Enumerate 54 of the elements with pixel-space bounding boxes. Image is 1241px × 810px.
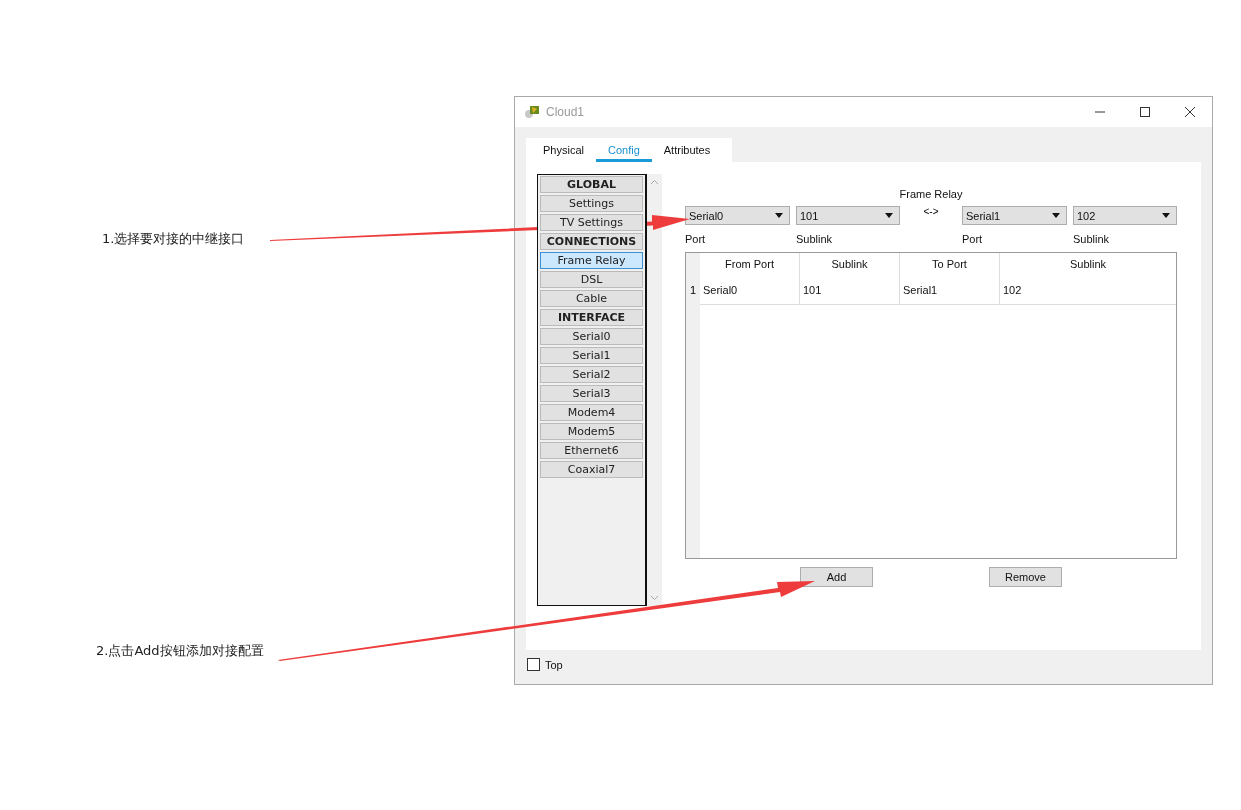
sidebar-item: INTERFACE [540,309,643,326]
sidebar-item[interactable]: TV Settings [540,214,643,231]
caret-icon [885,213,893,218]
sidebar-item[interactable]: Frame Relay [540,252,643,269]
dropdown[interactable]: Serial0 [685,206,790,225]
table-cell-text: 102 [1002,282,1023,298]
maximize-icon[interactable] [1139,106,1151,118]
sidebar-item: CONNECTIONS [540,233,643,250]
sidebar-item[interactable]: Cable [540,290,643,307]
checkbox-label: Top [545,658,563,671]
cloud-icon [524,105,540,119]
column-header: From Port [700,253,800,275]
column-header: Sublink [1068,257,1108,272]
dropdown[interactable]: Serial1 [962,206,1067,225]
row-number: 1 [689,283,697,296]
table-cell: 101 [800,275,900,304]
section-title: Frame Relay [899,188,963,200]
annotation-text: 2.点击Add按钮添加对接配置 [95,642,264,660]
sidebar-item[interactable]: Settings [540,195,643,212]
sidebar-item[interactable]: DSL [540,271,643,288]
table-cell: Serial1 [900,275,1000,304]
sidebar-item: GLOBAL [540,176,643,193]
sidebar-item[interactable]: Serial2 [540,366,643,383]
field-label: Sublink [1073,233,1111,245]
table-cell: Serial0 [700,275,800,304]
tab[interactable]: Physical [537,141,590,162]
scrollbar[interactable] [647,174,662,606]
caret-icon [775,213,783,218]
sidebar-item[interactable]: Serial1 [540,347,643,364]
action-button[interactable]: Remove [989,567,1062,587]
close-icon[interactable] [1184,106,1196,118]
field-label: Port [962,233,984,245]
annotation-text: 1.选择要对接的中继接口 [101,230,245,248]
scroll-down-icon[interactable] [650,595,659,601]
sidebar-item[interactable]: Coaxial7 [540,461,643,478]
sidebar-item[interactable]: Modem4 [540,404,643,421]
caret-icon [1162,213,1170,218]
field-label: Port [685,233,707,245]
dropdown[interactable]: 102 [1073,206,1177,225]
column-header: To Port [900,253,1000,275]
dropdown[interactable]: 101 [796,206,900,225]
action-button[interactable]: Add [800,567,873,587]
tab[interactable]: Attributes [657,141,717,162]
sidebar-item[interactable]: Modem5 [540,423,643,440]
window-title: Cloud1 [546,105,585,119]
caret-icon [1052,213,1060,218]
sidebar-item[interactable]: Serial3 [540,385,643,402]
sidebar-item[interactable]: Serial0 [540,328,643,345]
field-label: Sublink [796,233,834,245]
scroll-up-icon[interactable] [650,179,659,185]
checkbox[interactable] [527,658,540,671]
column-header: Sublink [800,253,900,275]
link-symbol: <-> [922,206,940,217]
sidebar-item[interactable]: Ethernet6 [540,442,643,459]
